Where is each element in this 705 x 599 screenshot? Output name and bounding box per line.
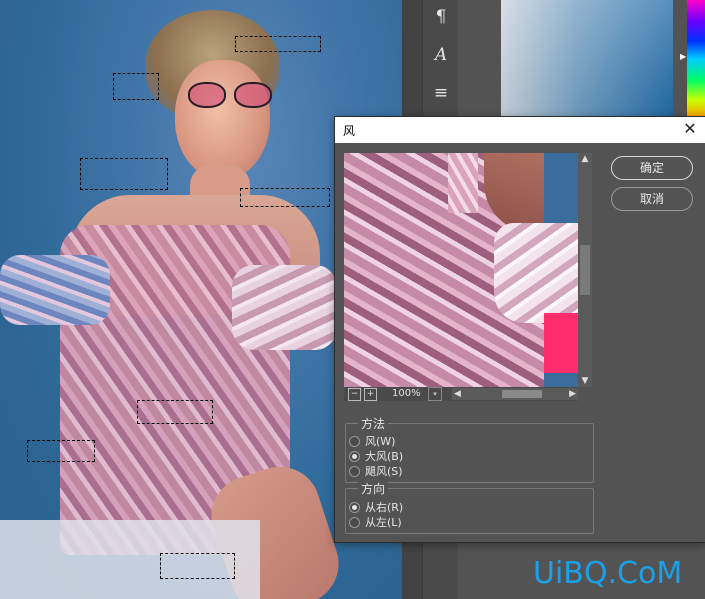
- preview-ruffle: [494, 223, 578, 323]
- radio-from-left[interactable]: 从左(L): [349, 514, 402, 530]
- marquee-selection[interactable]: [160, 553, 235, 579]
- photo-sunglasses: [188, 82, 278, 108]
- scroll-thumb[interactable]: [580, 245, 590, 295]
- preview-strap: [448, 153, 478, 213]
- paragraph-icon[interactable]: ¶: [423, 2, 459, 32]
- scroll-up-icon[interactable]: ▲: [579, 153, 591, 165]
- chevron-down-icon[interactable]: ▾: [428, 387, 442, 401]
- hue-slider[interactable]: [687, 0, 705, 118]
- close-icon[interactable]: ✕: [680, 119, 700, 139]
- ok-button[interactable]: 确定: [611, 156, 693, 180]
- method-group-title: 方法: [358, 415, 389, 432]
- cancel-button[interactable]: 取消: [611, 187, 693, 211]
- scroll-right-icon[interactable]: ▶: [569, 388, 576, 400]
- radio-blast[interactable]: 大风(B): [349, 448, 403, 464]
- color-picker-field[interactable]: [501, 0, 673, 118]
- marquee-selection[interactable]: [240, 188, 330, 207]
- radio-label: 大风(B): [365, 450, 404, 463]
- watermark-logo: UiBQ.CoM: [533, 556, 683, 591]
- wind-filter-dialog: 风 ✕ ▲ ▼ − + 100% ▾ ◀ ▶ 确定 取消 方法 风(W) 大风(…: [334, 116, 705, 543]
- radio-label: 飓风(S): [365, 465, 403, 478]
- marquee-selection[interactable]: [137, 400, 213, 424]
- radio-button[interactable]: [349, 465, 360, 477]
- dialog-title: 风: [343, 124, 356, 138]
- marquee-selection[interactable]: [80, 158, 168, 190]
- radio-button[interactable]: [349, 501, 360, 513]
- radio-label: 风(W): [365, 435, 396, 448]
- marquee-selection[interactable]: [235, 36, 321, 52]
- photo-sleeve-right: [232, 265, 337, 350]
- radio-button[interactable]: [349, 435, 360, 447]
- radio-label: 从左(L): [365, 516, 402, 529]
- preview-pink-area: [544, 313, 578, 373]
- scroll-down-icon[interactable]: ▼: [579, 375, 591, 387]
- direction-group-title: 方向: [358, 480, 389, 497]
- method-group: 方法 风(W) 大风(B) 飓风(S): [345, 415, 594, 483]
- radio-label: 从右(R): [365, 501, 404, 514]
- preview-horizontal-scrollbar[interactable]: ◀ ▶: [452, 388, 578, 400]
- character-icon[interactable]: A: [423, 40, 459, 70]
- radio-wind[interactable]: 风(W): [349, 433, 395, 449]
- radio-stagger[interactable]: 飓风(S): [349, 463, 403, 479]
- marquee-selection[interactable]: [27, 440, 95, 462]
- marquee-selection[interactable]: [113, 73, 159, 100]
- photo-face: [175, 60, 270, 180]
- zoom-out-icon[interactable]: −: [348, 388, 361, 401]
- hue-slider-arrow-icon[interactable]: ▶: [680, 52, 686, 61]
- zoom-in-icon[interactable]: +: [364, 388, 377, 401]
- radio-button[interactable]: [349, 450, 360, 462]
- filter-preview[interactable]: [344, 153, 578, 387]
- zoom-level: 100%: [392, 388, 421, 399]
- preview-controls: − + 100% ▾ ◀ ▶: [344, 387, 578, 401]
- radio-from-right[interactable]: 从右(R): [349, 499, 403, 515]
- radio-button[interactable]: [349, 516, 360, 528]
- scroll-left-icon[interactable]: ◀: [454, 388, 461, 400]
- direction-group: 方向 从右(R) 从左(L): [345, 480, 594, 534]
- preview-vertical-scrollbar[interactable]: ▲ ▼: [578, 153, 592, 387]
- adjustments-icon[interactable]: ≡: [423, 78, 459, 108]
- scroll-thumb[interactable]: [502, 390, 542, 398]
- photo-sleeve-left: [0, 255, 110, 325]
- zoom-level-select[interactable]: 100% ▾: [380, 387, 442, 401]
- dialog-titlebar[interactable]: 风 ✕: [335, 117, 705, 143]
